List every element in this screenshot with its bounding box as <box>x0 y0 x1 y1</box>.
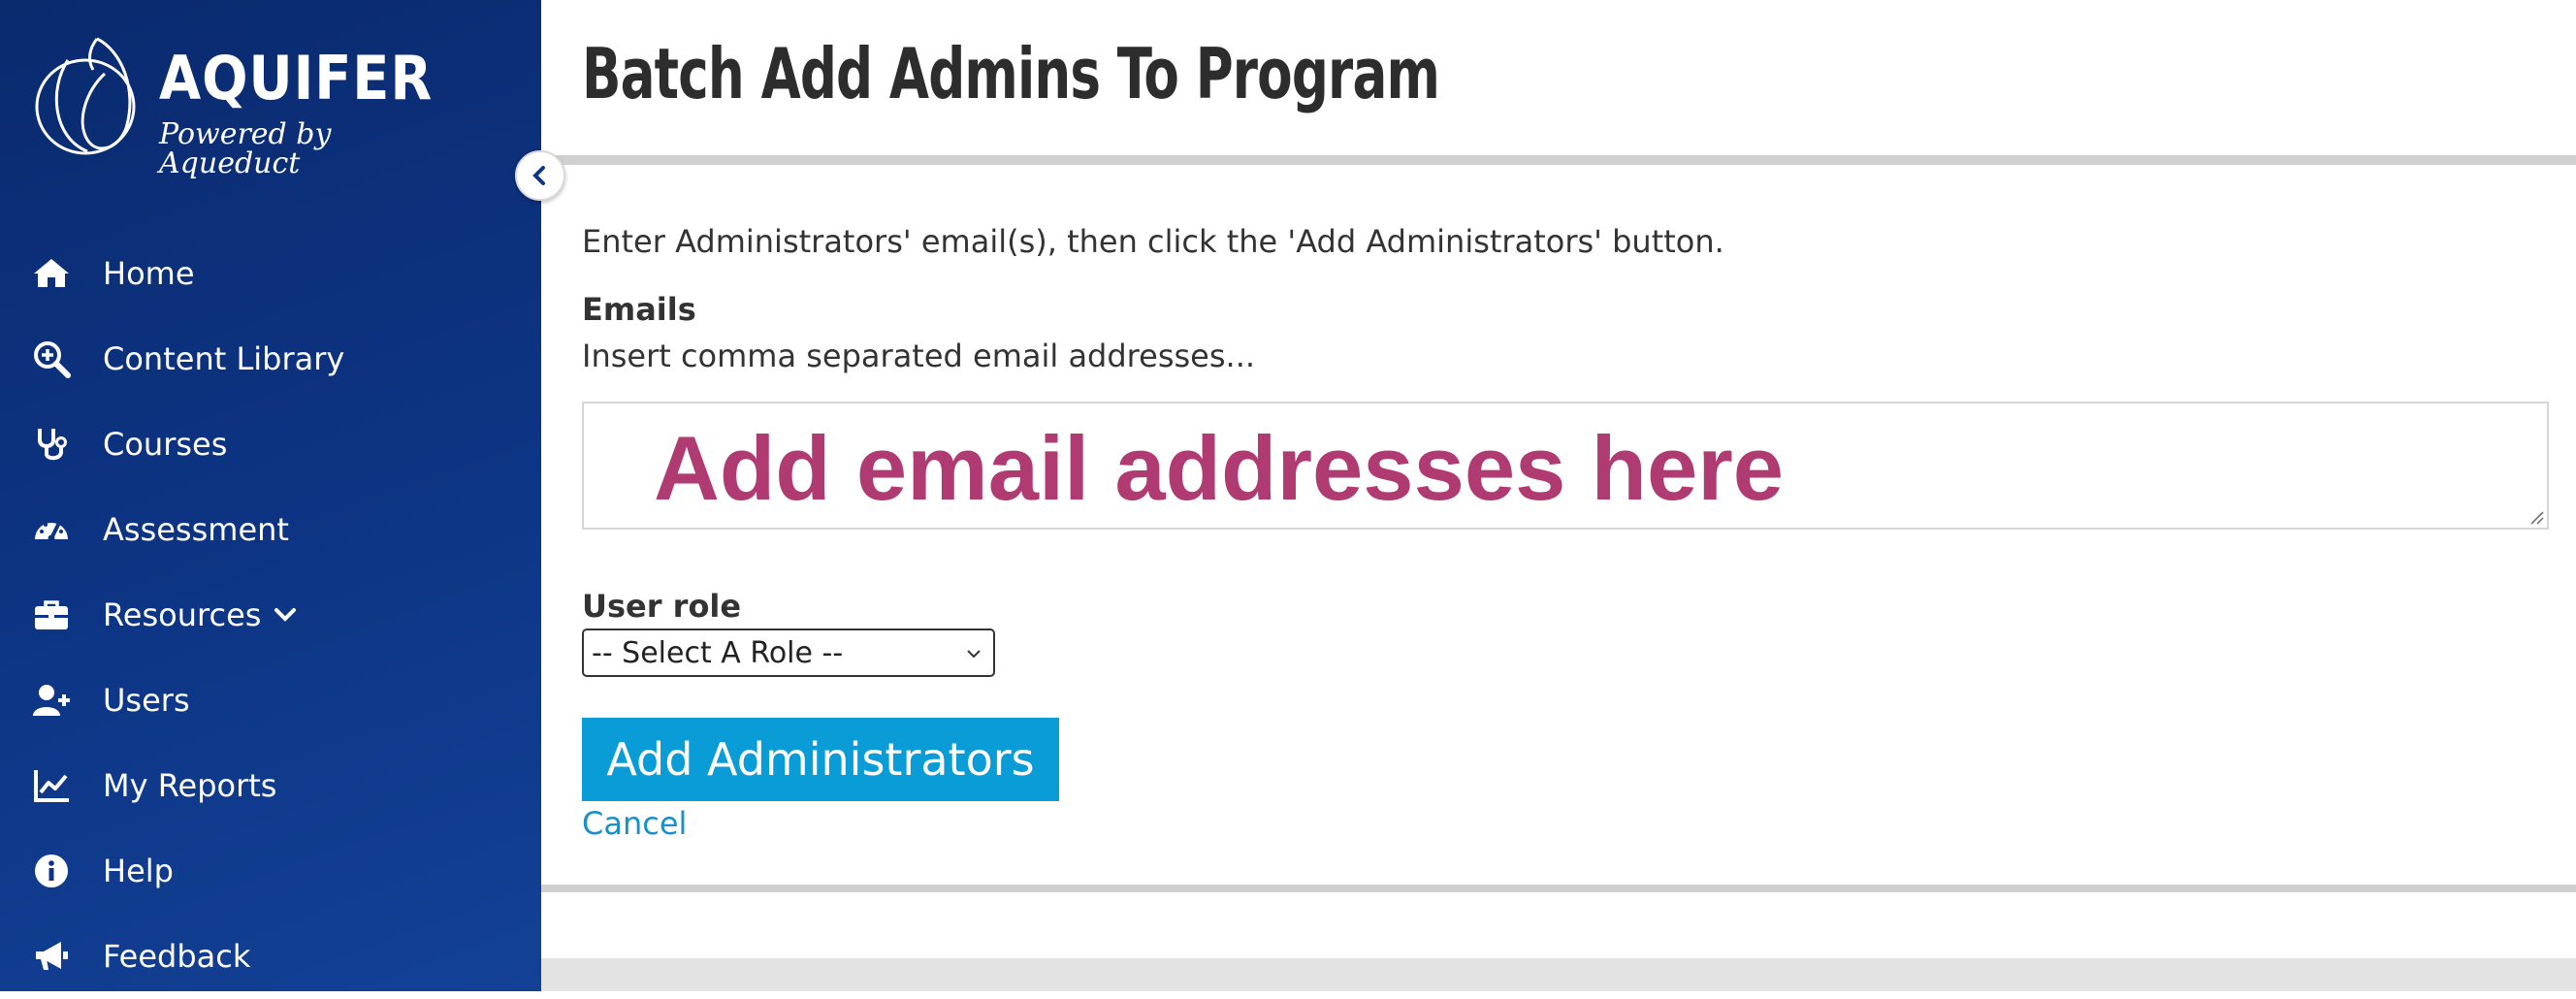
sidebar-item-label: Courses <box>103 426 228 463</box>
chevron-down-icon[interactable] <box>273 602 298 628</box>
sidebar-item-help[interactable]: Help <box>0 828 541 914</box>
batch-add-form: Enter Administrators' email(s), then cli… <box>541 165 2576 892</box>
user-role-label: User role <box>582 588 742 625</box>
sidebar-nav: Home Content Library Courses Assessment … <box>0 231 541 999</box>
aquifer-logo[interactable]: AQUIFER Powered by Aqueduct <box>29 31 436 178</box>
megaphone-icon <box>29 934 74 979</box>
brand-name: AQUIFER <box>159 43 434 113</box>
sidebar-item-label: Help <box>103 853 174 889</box>
footer-strip <box>541 958 2576 991</box>
sidebar-item-label: Assessment <box>103 511 289 548</box>
sidebar: AQUIFER Powered by Aqueduct Home Content… <box>0 0 541 991</box>
resize-grip-icon[interactable] <box>2528 508 2545 526</box>
sidebar-item-label: Users <box>103 682 190 719</box>
sidebar-collapse-button[interactable] <box>515 150 565 201</box>
chart-line-icon <box>29 763 74 808</box>
sidebar-item-content-library[interactable]: Content Library <box>0 316 541 402</box>
sidebar-item-feedback[interactable]: Feedback <box>0 914 541 999</box>
user-role-select[interactable]: -- Select A Role -- <box>582 628 995 677</box>
sidebar-item-users[interactable]: Users <box>0 658 541 743</box>
emails-annotation: Add email addresses here <box>654 417 1785 519</box>
cancel-link[interactable]: Cancel <box>582 805 687 842</box>
sidebar-item-label: Home <box>103 255 195 292</box>
user-role-selected: -- Select A Role -- <box>592 635 844 670</box>
sidebar-item-label: Feedback <box>103 938 251 975</box>
gauge-icon <box>29 507 74 552</box>
sidebar-item-label: Resources <box>103 596 262 633</box>
stethoscope-icon <box>29 422 74 467</box>
sidebar-item-courses[interactable]: Courses <box>0 402 541 487</box>
add-administrators-button[interactable]: Add Administrators <box>582 718 1059 801</box>
chevron-down-icon <box>967 650 981 659</box>
sidebar-item-label: My Reports <box>103 767 277 804</box>
page-title: Batch Add Admins To Program <box>582 33 1440 114</box>
form-instructions: Enter Administrators' email(s), then cli… <box>582 223 1724 260</box>
emails-textarea[interactable]: Add email addresses here <box>582 402 2549 530</box>
chevron-left-icon <box>532 166 545 185</box>
info-circle-icon <box>29 849 74 893</box>
emails-hint: Insert comma separated email addresses..… <box>582 338 1256 374</box>
home-icon <box>29 251 74 296</box>
sidebar-item-assessment[interactable]: Assessment <box>0 487 541 572</box>
sidebar-item-home[interactable]: Home <box>0 231 541 316</box>
sidebar-item-my-reports[interactable]: My Reports <box>0 743 541 828</box>
aquifer-swirl-icon <box>35 37 136 155</box>
sidebar-item-label: Content Library <box>103 340 345 377</box>
emails-label: Emails <box>582 291 696 328</box>
sidebar-item-resources[interactable]: Resources <box>0 572 541 658</box>
briefcase-icon <box>29 593 74 637</box>
page-header: Batch Add Admins To Program <box>541 0 2576 165</box>
search-plus-icon <box>29 337 74 381</box>
brand-tagline: Powered by Aqueduct <box>159 117 332 180</box>
user-plus-icon <box>29 678 74 723</box>
